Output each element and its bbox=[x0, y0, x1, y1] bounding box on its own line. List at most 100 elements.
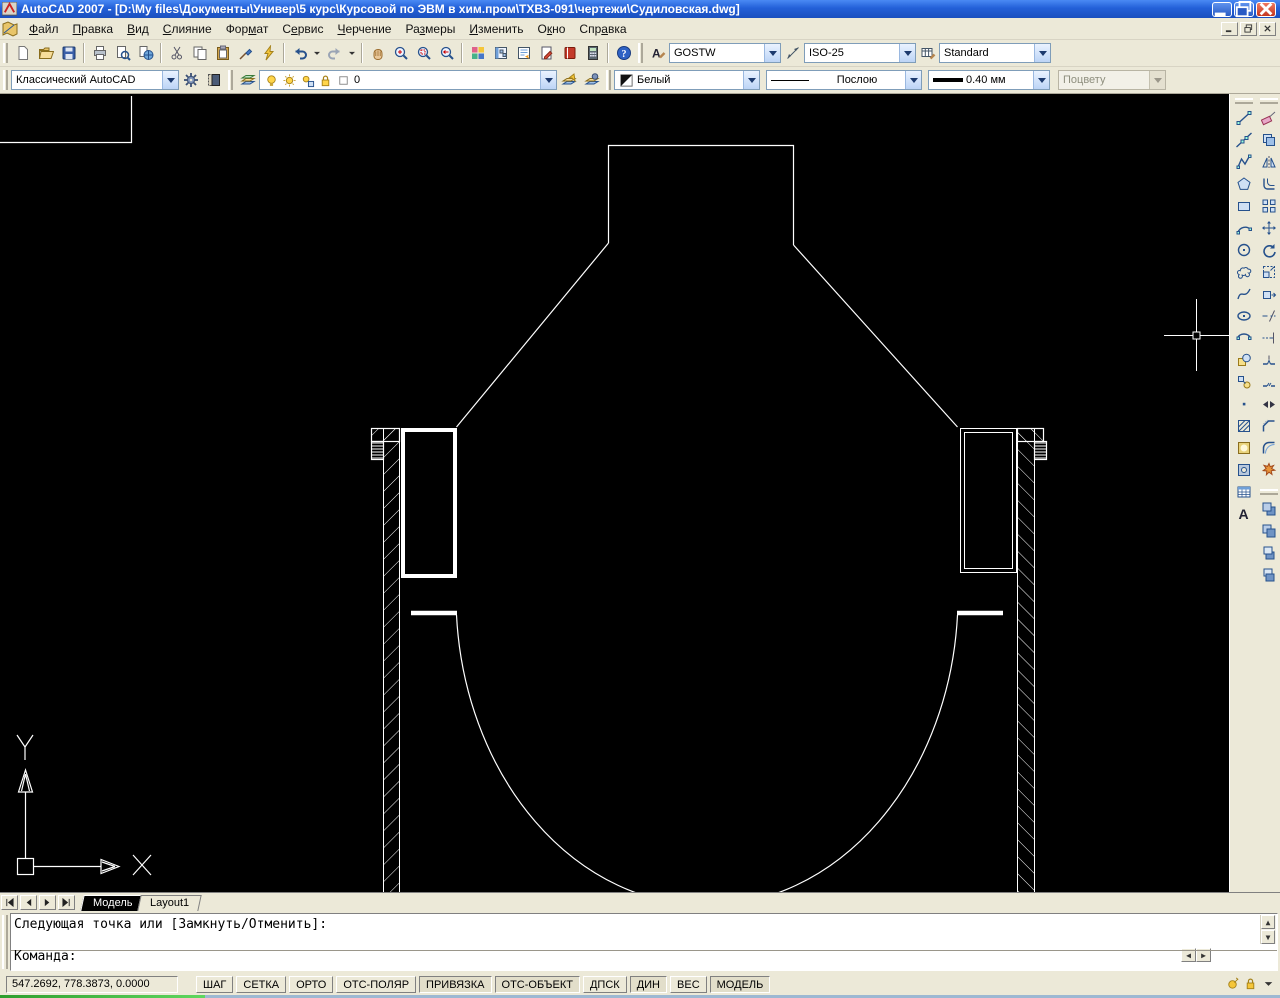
communication-center-icon[interactable] bbox=[1225, 976, 1240, 994]
toolbar-grip[interactable] bbox=[1234, 98, 1253, 104]
rotate-button[interactable] bbox=[1257, 239, 1280, 261]
menu-изменить[interactable]: Изменить bbox=[462, 19, 530, 39]
layer-on-icon[interactable] bbox=[264, 73, 279, 88]
command-vscroll[interactable]: ▲ ▼ bbox=[1260, 915, 1276, 944]
polygon-button[interactable] bbox=[1232, 173, 1255, 195]
layer-lock-icon[interactable] bbox=[318, 73, 333, 88]
array-button[interactable] bbox=[1257, 195, 1280, 217]
send-under-objects-button[interactable] bbox=[1257, 564, 1280, 586]
tool-palettes-button[interactable] bbox=[489, 42, 512, 65]
layer-color-swatch[interactable] bbox=[336, 73, 351, 88]
publish-button[interactable] bbox=[134, 42, 157, 65]
designcenter-button[interactable] bbox=[466, 42, 489, 65]
workspace-combo[interactable]: Классический AutoCAD bbox=[11, 70, 179, 90]
paste-button[interactable] bbox=[211, 42, 234, 65]
match-properties-button[interactable] bbox=[234, 42, 257, 65]
construction-line-button[interactable] bbox=[1232, 129, 1255, 151]
toolbar-grip[interactable] bbox=[1259, 489, 1278, 495]
menu-черчение[interactable]: Черчение bbox=[330, 19, 398, 39]
bring-to-front-button[interactable] bbox=[1257, 498, 1280, 520]
zoom-window-button[interactable] bbox=[412, 42, 435, 65]
hatch-button[interactable] bbox=[1232, 415, 1255, 437]
move-button[interactable] bbox=[1257, 217, 1280, 239]
break-at-point-button[interactable] bbox=[1257, 349, 1280, 371]
zoom-realtime-button[interactable] bbox=[389, 42, 412, 65]
scale-button[interactable] bbox=[1257, 261, 1280, 283]
spline-button[interactable] bbox=[1232, 283, 1255, 305]
toggle-отс-поляр[interactable]: ОТС-ПОЛЯР bbox=[336, 976, 417, 993]
markup-set-manager-button[interactable] bbox=[535, 42, 558, 65]
table-style-combo[interactable]: Standard bbox=[939, 43, 1051, 63]
toggle-модель[interactable]: МОДЕЛЬ bbox=[709, 976, 771, 993]
etransmit-button[interactable] bbox=[558, 42, 581, 65]
copy-clip-button[interactable] bbox=[188, 42, 211, 65]
tab-prev-button[interactable] bbox=[20, 895, 37, 910]
insert-block-button[interactable] bbox=[1232, 349, 1255, 371]
chevron-down-icon[interactable] bbox=[540, 71, 556, 89]
cut-button[interactable] bbox=[165, 42, 188, 65]
menu-окно[interactable]: Окно bbox=[531, 19, 573, 39]
toggle-сетка[interactable]: СЕТКА bbox=[236, 976, 287, 993]
toolbar-lock-icon[interactable] bbox=[1243, 976, 1258, 994]
send-to-back-button[interactable] bbox=[1257, 520, 1280, 542]
child-restore-button[interactable] bbox=[1240, 21, 1257, 36]
new-button[interactable] bbox=[11, 42, 34, 65]
menu-справка[interactable]: Справка bbox=[572, 19, 633, 39]
tab-модель[interactable]: Модель bbox=[80, 895, 146, 911]
help-button[interactable]: ? bbox=[612, 42, 635, 65]
coordinate-readout[interactable]: 547.2692, 778.3873, 0.0000 bbox=[6, 976, 178, 993]
bring-above-objects-button[interactable] bbox=[1257, 542, 1280, 564]
layer-combo[interactable]: 0 bbox=[259, 70, 557, 90]
menu-сервис[interactable]: Сервис bbox=[275, 19, 330, 39]
toolbar-grip[interactable] bbox=[606, 70, 611, 90]
scroll-up-button[interactable]: ▲ bbox=[1261, 915, 1275, 929]
menu-слияние[interactable]: Слияние bbox=[156, 19, 219, 39]
polyline-button[interactable] bbox=[1232, 151, 1255, 173]
revision-cloud-button[interactable] bbox=[1232, 261, 1255, 283]
plot-button[interactable] bbox=[88, 42, 111, 65]
tab-last-button[interactable] bbox=[58, 895, 75, 910]
pan-button[interactable] bbox=[366, 42, 389, 65]
ellipse-arc-button[interactable] bbox=[1232, 327, 1255, 349]
child-close-button[interactable] bbox=[1259, 21, 1276, 36]
undo-button[interactable] bbox=[288, 42, 311, 65]
break-button[interactable] bbox=[1257, 371, 1280, 393]
layers-icon[interactable] bbox=[236, 69, 259, 92]
toggle-орто[interactable]: ОРТО bbox=[289, 976, 334, 993]
mirror-button[interactable] bbox=[1257, 151, 1280, 173]
toggle-отс-объект[interactable]: ОТС-ОБЪЕКТ bbox=[494, 976, 580, 993]
text-style-combo[interactable]: GOSTW bbox=[669, 43, 781, 63]
minimize-button[interactable] bbox=[1212, 1, 1232, 17]
lineweight-combo[interactable]: 0.40 мм bbox=[928, 70, 1050, 90]
layer-states-icon[interactable] bbox=[580, 69, 603, 92]
menu-файл[interactable]: Файл bbox=[22, 19, 66, 39]
dim-style-combo[interactable]: ISO-25 bbox=[804, 43, 916, 63]
layer-thaw-icon[interactable] bbox=[282, 73, 297, 88]
block-editor-button[interactable] bbox=[257, 42, 280, 65]
restore-button[interactable] bbox=[1234, 0, 1254, 18]
toggle-дин[interactable]: ДИН bbox=[629, 976, 668, 993]
multiline-text-button[interactable]: A bbox=[1232, 503, 1255, 525]
workspace-panel-icon[interactable] bbox=[202, 69, 225, 92]
toggle-вес[interactable]: ВЕС bbox=[670, 976, 707, 993]
status-menu-arrow[interactable] bbox=[1261, 976, 1276, 994]
redo-button[interactable] bbox=[323, 42, 346, 65]
chevron-down-icon[interactable] bbox=[1034, 44, 1050, 62]
toolbar-grip[interactable] bbox=[3, 43, 8, 63]
menu-правка[interactable]: Правка bbox=[66, 19, 121, 39]
arc-button[interactable] bbox=[1232, 217, 1255, 239]
table-style-icon[interactable] bbox=[916, 42, 939, 65]
circle-button[interactable] bbox=[1232, 239, 1255, 261]
explode-button[interactable] bbox=[1257, 459, 1280, 481]
text-style-icon[interactable]: A bbox=[646, 42, 669, 65]
undo-list-button[interactable] bbox=[311, 42, 323, 65]
tab-layout1[interactable]: Layout1 bbox=[137, 895, 203, 911]
plot-preview-button[interactable] bbox=[111, 42, 134, 65]
region-button[interactable] bbox=[1232, 459, 1255, 481]
fillet-button[interactable] bbox=[1257, 437, 1280, 459]
trim-button[interactable] bbox=[1257, 305, 1280, 327]
open-button[interactable] bbox=[34, 42, 57, 65]
chamfer-button[interactable] bbox=[1257, 415, 1280, 437]
line-button[interactable] bbox=[1232, 107, 1255, 129]
chevron-down-icon[interactable] bbox=[743, 71, 759, 89]
